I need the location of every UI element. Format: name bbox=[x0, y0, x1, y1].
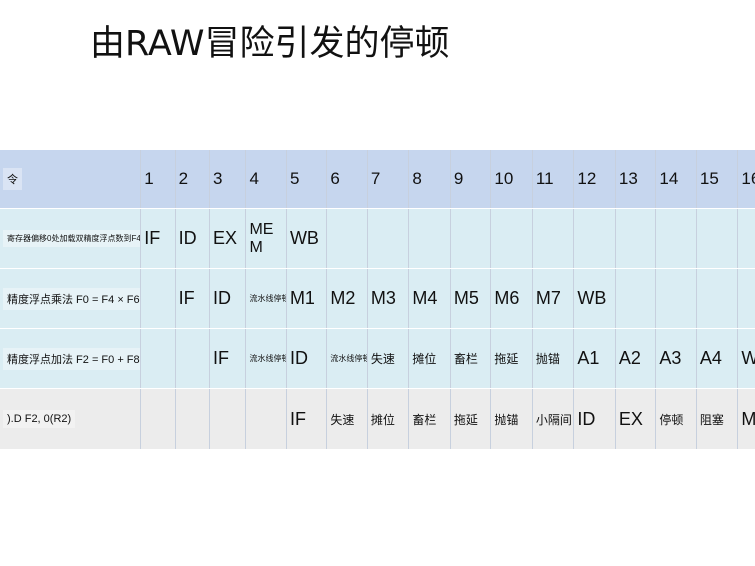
cycle-header-7: 7 bbox=[367, 150, 410, 209]
stage-cell: ME M bbox=[245, 208, 287, 269]
stage-cell bbox=[532, 208, 575, 269]
cycle-header-9: 9 bbox=[450, 150, 492, 209]
stage-cell: 失速 bbox=[326, 388, 368, 450]
stage-cell: ID bbox=[175, 208, 211, 269]
stage-cell bbox=[140, 328, 176, 389]
cycle-header-12: 12 bbox=[573, 150, 616, 209]
stage-cell bbox=[175, 388, 211, 450]
stage-cell bbox=[490, 208, 533, 269]
stage-cell bbox=[655, 268, 697, 329]
stage-cell: 摊位 bbox=[367, 388, 410, 450]
stage-cell: IF bbox=[209, 328, 247, 389]
cycle-header-4: 4 bbox=[245, 150, 287, 209]
cycle-header-5: 5 bbox=[286, 150, 328, 209]
stage-cell: 失速 bbox=[367, 328, 410, 389]
instruction-row: 寄存器偏移0处加载双精度浮点数到F4 IF ID EX ME M WB bbox=[0, 208, 755, 269]
stage-cell: EX bbox=[209, 208, 247, 269]
instruction-label: 精度浮点乘法 F0 = F4 × F6 bbox=[0, 268, 142, 329]
instruction-label: 寄存器偏移0处加载双精度浮点数到F4 bbox=[0, 208, 142, 269]
stage-cell: 拖延 bbox=[450, 388, 492, 450]
stage-cell: M5 bbox=[450, 268, 492, 329]
stage-cell: A1 bbox=[573, 328, 616, 389]
stage-cell: IF bbox=[140, 208, 176, 269]
stage-cell: EX bbox=[615, 388, 657, 450]
pipeline-timing-table: 令 12345678910111213141516 寄存器偏移0处加载双精度浮点… bbox=[0, 150, 755, 451]
stage-cell bbox=[450, 208, 492, 269]
stage-cell: ID bbox=[573, 388, 616, 450]
stage-cell bbox=[696, 268, 739, 329]
stage-cell bbox=[615, 268, 657, 329]
stage-cell: 拖延 bbox=[490, 328, 533, 389]
instruction-header: 令 bbox=[0, 150, 142, 209]
stage-cell: 小隔间 bbox=[532, 388, 575, 450]
stage-cell: M4 bbox=[408, 268, 451, 329]
stage-cell: A4 bbox=[696, 328, 739, 389]
stage-cell: 抛锚 bbox=[532, 328, 575, 389]
instruction-label: ).D F2, 0(R2) bbox=[0, 388, 142, 450]
stage-cell: A2 bbox=[615, 328, 657, 389]
stage-cell bbox=[615, 208, 657, 269]
stage-cell bbox=[209, 388, 247, 450]
stage-cell bbox=[573, 208, 616, 269]
instruction-label: 精度浮点加法 F2 = F0 + F8 bbox=[0, 328, 142, 389]
stage-cell: 摊位 bbox=[408, 328, 451, 389]
instruction-row: ).D F2, 0(R2) IF失速摊位畜栏拖延抛锚小隔间IDEX停顿阻塞ME bbox=[0, 388, 755, 450]
cycle-header-1: 1 bbox=[140, 150, 176, 209]
cycle-header-14: 14 bbox=[655, 150, 697, 209]
cycle-header-3: 3 bbox=[209, 150, 247, 209]
stage-cell: WB bbox=[286, 208, 328, 269]
instruction-row: 精度浮点加法 F2 = F0 + F8 IF 流水线停顿 ID 流水线停顿 失速 摊位 畜栏拖… bbox=[0, 328, 755, 389]
header-row: 令 12345678910111213141516 bbox=[0, 150, 755, 209]
cycle-header-2: 2 bbox=[175, 150, 211, 209]
cycle-header-11: 11 bbox=[532, 150, 575, 209]
stage-cell bbox=[408, 208, 451, 269]
stage-cell: 畜栏 bbox=[408, 388, 451, 450]
stage-cell: ID bbox=[209, 268, 247, 329]
stage-cell: IF bbox=[175, 268, 211, 329]
stage-cell bbox=[737, 208, 755, 269]
stage-cell: 阻塞 bbox=[696, 388, 739, 450]
stage-cell: M7 bbox=[532, 268, 575, 329]
instruction-row: 精度浮点乘法 F0 = F4 × F6 IF ID 流水线停顿 M1 M2 M3 M4 M5 M6… bbox=[0, 268, 755, 329]
stage-cell bbox=[655, 208, 697, 269]
stage-cell: A3 bbox=[655, 328, 697, 389]
stage-cell bbox=[245, 388, 287, 450]
stage-cell bbox=[367, 208, 410, 269]
cycle-header-6: 6 bbox=[326, 150, 368, 209]
stage-cell: 抛锚 bbox=[490, 388, 533, 450]
slide-title: 由RAW冒险引发的停顿 bbox=[90, 24, 450, 64]
cycle-header-15: 15 bbox=[696, 150, 739, 209]
stage-cell: IF bbox=[286, 388, 328, 450]
stage-cell: M1 bbox=[286, 268, 328, 329]
stage-cell bbox=[140, 268, 176, 329]
stage-cell: M6 bbox=[490, 268, 533, 329]
stage-cell bbox=[696, 208, 739, 269]
cycle-header-8: 8 bbox=[408, 150, 451, 209]
stage-cell: ME bbox=[737, 388, 755, 450]
cycle-header-13: 13 bbox=[615, 150, 657, 209]
stage-cell: 流水线停顿 bbox=[245, 268, 287, 329]
stage-cell: 流水线停顿 bbox=[326, 328, 368, 389]
stage-cell: 畜栏 bbox=[450, 328, 492, 389]
cycle-header-10: 10 bbox=[490, 150, 533, 209]
stage-cell bbox=[175, 328, 211, 389]
stage-cell: 流水线停顿 bbox=[245, 328, 287, 389]
stage-cell: WB bbox=[737, 328, 755, 389]
stage-cell bbox=[737, 268, 755, 329]
stage-cell: M3 bbox=[367, 268, 410, 329]
stage-cell: M2 bbox=[326, 268, 368, 329]
stage-cell bbox=[326, 208, 368, 269]
stage-cell: ID bbox=[286, 328, 328, 389]
stage-cell: 停顿 bbox=[655, 388, 697, 450]
stage-cell bbox=[140, 388, 176, 450]
stage-cell: WB bbox=[573, 268, 616, 329]
cycle-header-16: 16 bbox=[737, 150, 755, 209]
